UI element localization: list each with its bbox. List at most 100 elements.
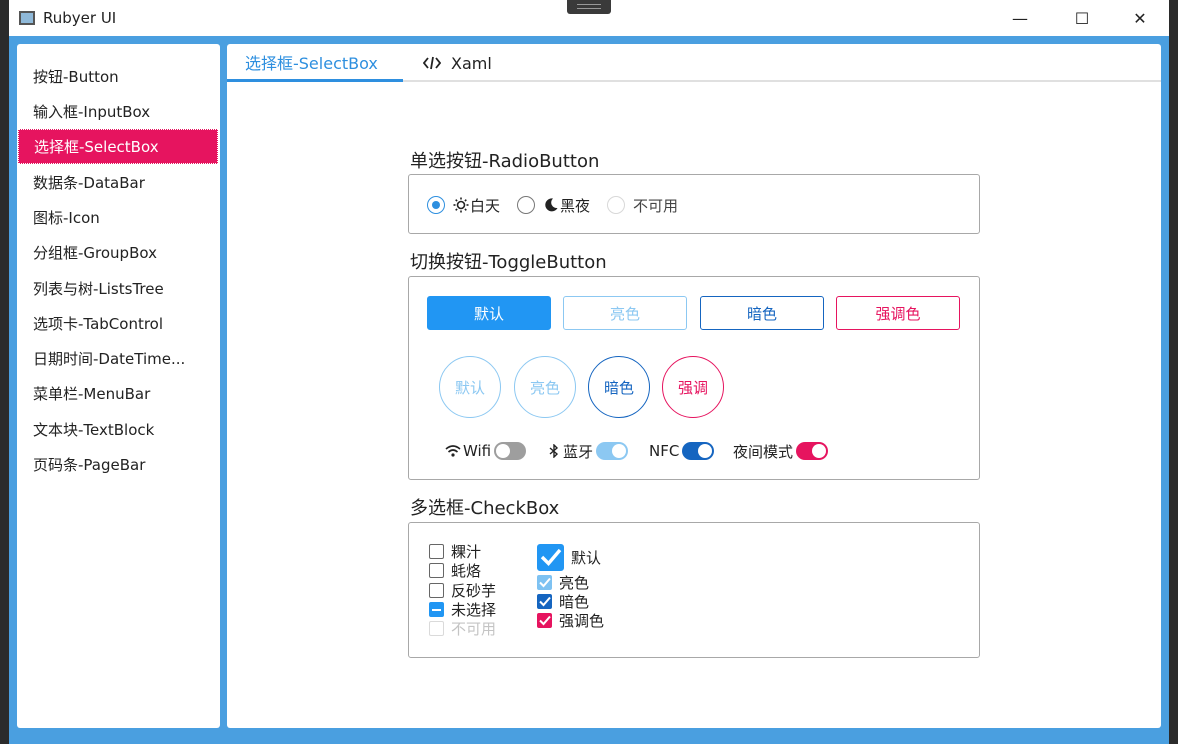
radio-day-label: 白天 xyxy=(470,196,501,215)
radio-night[interactable]: 黑夜 xyxy=(517,195,590,215)
night-mode-switch-knob xyxy=(812,444,827,458)
checkbox-dark-label: 暗色 xyxy=(559,593,590,611)
checkbox-accent-box xyxy=(537,613,552,628)
sun-icon xyxy=(453,197,469,213)
checkbox-section-title: 多选框-CheckBox xyxy=(410,498,560,519)
bluetooth-label: 蓝牙 xyxy=(563,442,594,461)
circle-accent-button[interactable]: 强调 xyxy=(662,356,724,418)
check-icon xyxy=(538,596,551,607)
toggle-group-box: 默认 亮色 暗色 强调色 默认 亮色 暗色 强调 Wifi 蓝牙 NFC 夜间模… xyxy=(408,276,980,480)
checkbox-haolao-label: 蚝烙 xyxy=(451,562,482,580)
app-icon xyxy=(19,11,35,25)
sidebar-item-selectbox[interactable]: 选择框-SelectBox xyxy=(18,129,218,164)
checkbox-fanshayu[interactable]: 反砂芋 xyxy=(429,581,496,600)
check-icon xyxy=(540,548,561,567)
radio-disabled: 不可用 xyxy=(607,195,678,215)
bluetooth-icon xyxy=(549,444,559,458)
checkbox-indeterminate-label: 未选择 xyxy=(451,601,497,619)
minus-icon xyxy=(432,608,441,611)
sidebar-item-groupbox[interactable]: 分组框-GroupBox xyxy=(18,235,218,270)
code-icon xyxy=(423,56,441,70)
toggle-accent-button[interactable]: 强调色 xyxy=(836,296,960,330)
checkbox-default-label: 默认 xyxy=(571,548,602,567)
toggle-section-title: 切换按钮-ToggleButton xyxy=(410,252,607,273)
radio-night-label: 黑夜 xyxy=(560,196,591,215)
checkbox-accent[interactable]: 强调色 xyxy=(537,611,604,630)
radio-group-box: 白天 黑夜 不可用 xyxy=(408,174,980,234)
minimize-button[interactable]: — xyxy=(991,0,1049,36)
checkbox-indeterminate[interactable]: 未选择 xyxy=(429,600,496,619)
checkbox-fanshayu-label: 反砂芋 xyxy=(451,582,497,600)
checkbox-accent-label: 强调色 xyxy=(559,612,605,630)
wifi-label: Wifi xyxy=(463,442,492,460)
main-panel: 选择框-SelectBox Xaml 单选按钮-RadioButton 白天 黑… xyxy=(227,44,1161,728)
tab-xaml[interactable]: Xaml xyxy=(423,44,513,82)
sidebar-item-datetime[interactable]: 日期时间-DateTime... xyxy=(18,341,218,376)
circle-light-button[interactable]: 亮色 xyxy=(514,356,576,418)
checkbox-default[interactable]: 默认 xyxy=(537,542,601,572)
bluetooth-switch-knob xyxy=(612,444,627,458)
checkbox-haolao[interactable]: 蚝烙 xyxy=(429,561,481,580)
checkbox-light-box xyxy=(537,575,552,590)
nfc-switch-group: NFC xyxy=(649,439,715,463)
bluetooth-switch-group: 蓝牙 xyxy=(549,439,629,463)
checkbox-guozhi-box xyxy=(429,544,444,559)
radio-night-circle xyxy=(517,196,535,214)
checkbox-dark[interactable]: 暗色 xyxy=(537,592,589,611)
check-icon xyxy=(538,577,551,588)
sidebar-item-inputbox[interactable]: 输入框-InputBox xyxy=(18,94,218,129)
sidebar-item-liststree[interactable]: 列表与树-ListsTree xyxy=(18,271,218,306)
sidebar-item-tabcontrol[interactable]: 选项卡-TabControl xyxy=(18,306,218,341)
app-window: Rubyer UI — ☐ ✕ 按钮-Button 输入框-InputBox 选… xyxy=(9,0,1169,744)
wifi-switch-knob xyxy=(496,444,511,458)
radio-day[interactable]: 白天 xyxy=(427,195,500,215)
wifi-switch[interactable] xyxy=(494,442,527,460)
circle-default-button[interactable]: 默认 xyxy=(439,356,501,418)
night-mode-label: 夜间模式 xyxy=(733,442,794,461)
night-mode-switch-group: 夜间模式 xyxy=(733,439,829,463)
title-bar[interactable]: Rubyer UI — ☐ ✕ xyxy=(9,0,1169,36)
checkbox-fanshayu-box xyxy=(429,583,444,598)
checkbox-default-box xyxy=(537,543,564,571)
wifi-switch-group: Wifi xyxy=(445,439,527,463)
tab-bar: 选择框-SelectBox Xaml xyxy=(227,44,1161,82)
radio-day-circle xyxy=(427,196,445,214)
sidebar-item-pagebar[interactable]: 页码条-PageBar xyxy=(18,447,218,482)
toggle-light-button[interactable]: 亮色 xyxy=(563,296,687,330)
drag-grip-icon[interactable] xyxy=(567,0,611,14)
checkbox-disabled: 不可用 xyxy=(429,619,496,638)
checkbox-guozhi[interactable]: 粿汁 xyxy=(429,542,481,561)
check-icon xyxy=(538,615,551,626)
sidebar-item-button[interactable]: 按钮-Button xyxy=(18,59,218,94)
checkbox-indeterminate-box xyxy=(429,602,444,617)
checkbox-light-label: 亮色 xyxy=(559,574,590,592)
toggle-dark-button[interactable]: 暗色 xyxy=(700,296,824,330)
checkbox-disabled-box xyxy=(429,621,444,636)
checkbox-disabled-label: 不可用 xyxy=(451,620,497,638)
radio-section-title: 单选按钮-RadioButton xyxy=(410,151,600,172)
tab-xaml-label: Xaml xyxy=(451,53,492,73)
checkbox-haolao-box xyxy=(429,563,444,578)
toggle-default-button[interactable]: 默认 xyxy=(427,296,551,330)
night-mode-switch[interactable] xyxy=(796,442,829,460)
sidebar: 按钮-Button 输入框-InputBox 选择框-SelectBox 数据条… xyxy=(17,44,220,728)
sidebar-item-textblock[interactable]: 文本块-TextBlock xyxy=(18,412,218,447)
checkbox-dark-box xyxy=(537,594,552,609)
wifi-icon xyxy=(445,445,461,457)
maximize-button[interactable]: ☐ xyxy=(1053,0,1111,36)
nfc-switch-knob xyxy=(698,444,713,458)
moon-icon xyxy=(545,198,558,212)
sidebar-item-databar[interactable]: 数据条-DataBar xyxy=(18,165,218,200)
sidebar-item-menubar[interactable]: 菜单栏-MenuBar xyxy=(18,376,218,411)
checkbox-group-box: 粿汁 蚝烙 反砂芋 未选择 不可用 默认 亮色 暗色 强调色 xyxy=(408,522,980,658)
nfc-label: NFC xyxy=(649,442,680,460)
sidebar-item-icon[interactable]: 图标-Icon xyxy=(18,200,218,235)
radio-disabled-label: 不可用 xyxy=(633,196,679,215)
nfc-switch[interactable] xyxy=(682,442,715,460)
checkbox-light[interactable]: 亮色 xyxy=(537,573,589,592)
window-title: Rubyer UI xyxy=(43,9,117,27)
circle-dark-button[interactable]: 暗色 xyxy=(588,356,650,418)
close-button[interactable]: ✕ xyxy=(1111,0,1169,36)
tab-selectbox[interactable]: 选择框-SelectBox xyxy=(227,44,403,82)
bluetooth-switch[interactable] xyxy=(596,442,629,460)
